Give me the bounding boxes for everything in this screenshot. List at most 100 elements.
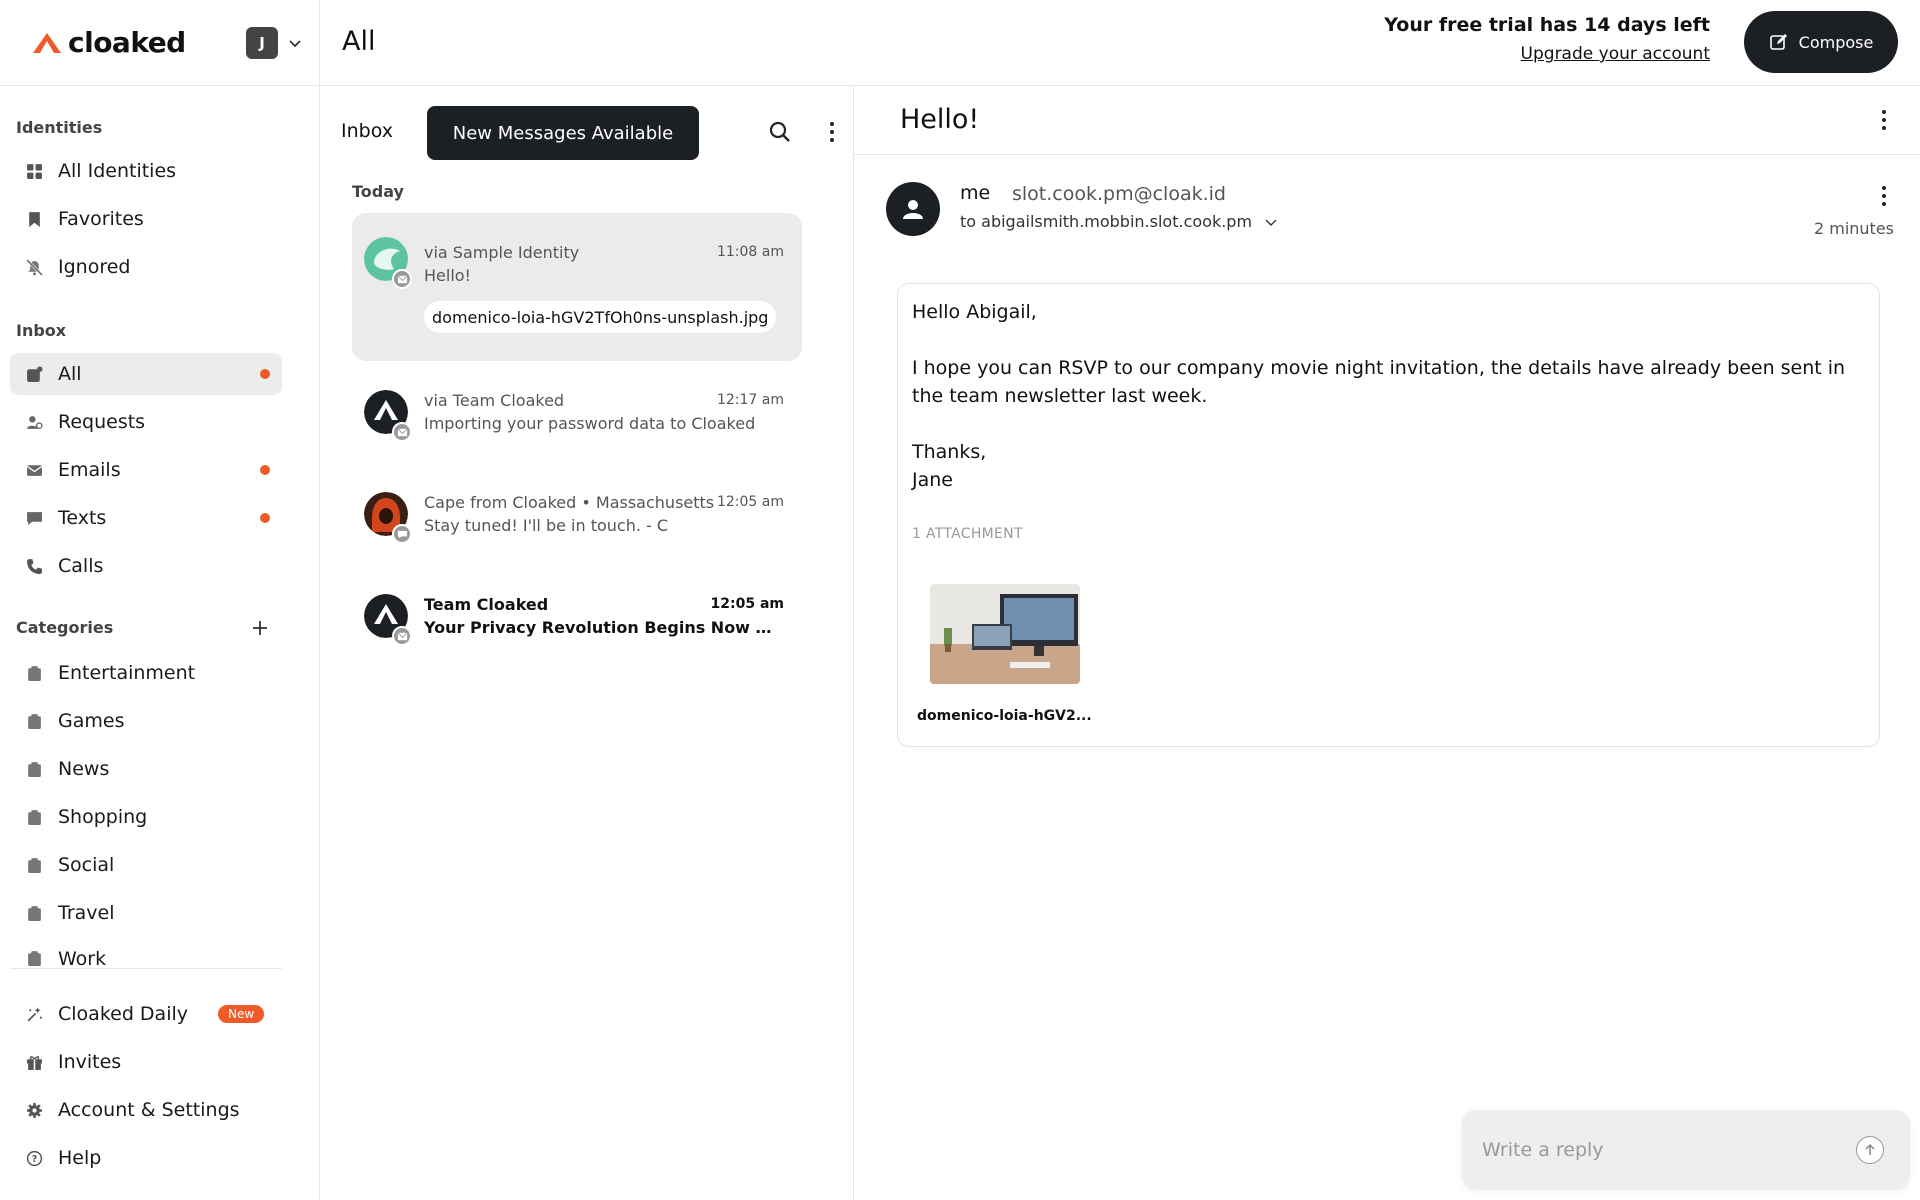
- message-list-panel: Inbox New Messages Available Today via S…: [320, 86, 854, 1200]
- list-inbox-label: Inbox: [341, 120, 393, 142]
- new-messages-button[interactable]: New Messages Available: [427, 106, 699, 160]
- upgrade-account-link[interactable]: Upgrade your account: [1521, 44, 1710, 64]
- thread-more-icon[interactable]: [1872, 108, 1896, 132]
- sender-avatar: [886, 182, 940, 236]
- sidebar-item-help[interactable]: ? Help: [10, 1137, 282, 1179]
- sidebar-item-label: Work: [58, 948, 107, 968]
- unread-dot: [260, 465, 270, 475]
- message-sender: via Team Cloaked: [424, 391, 565, 410]
- chevron-down-icon[interactable]: [1264, 215, 1278, 229]
- sparkle-icon: [24, 1004, 44, 1024]
- sender-email: slot.cook.pm@cloak.id: [1012, 183, 1226, 205]
- unread-dot: [260, 369, 270, 379]
- sidebar-item-label: Games: [58, 710, 125, 732]
- sidebar-item-calls[interactable]: Calls: [10, 545, 282, 587]
- compose-icon: [1769, 34, 1787, 50]
- message-list-item[interactable]: via Sample Identity 11:08 am Hello! dome…: [352, 213, 802, 361]
- sidebar-item-label: Emails: [58, 459, 121, 481]
- sidebar: cloaked J Identities All Identities Favo…: [0, 0, 320, 1200]
- message-preview: Importing your password data to Cloaked: [424, 414, 756, 433]
- add-category-icon[interactable]: [250, 618, 270, 638]
- chat-icon: [24, 508, 44, 528]
- message-list-item[interactable]: via Team Cloaked 12:17 am Importing your…: [352, 376, 802, 462]
- gear-icon: [24, 1100, 44, 1120]
- sidebar-item-account-settings[interactable]: Account & Settings: [10, 1089, 282, 1131]
- message-time: 11:08 am: [716, 244, 784, 260]
- message-time: 12:17 am: [716, 392, 784, 408]
- sidebar-divider: [10, 968, 282, 969]
- phone-icon: [24, 556, 44, 576]
- compose-label: Compose: [1798, 32, 1874, 52]
- sidebar-item-all[interactable]: All: [10, 353, 282, 395]
- sidebar-item-label: Invites: [58, 1051, 122, 1073]
- sidebar-item-label: All: [58, 363, 82, 385]
- bell-off-icon: [24, 257, 44, 277]
- message-more-icon[interactable]: [1872, 184, 1896, 208]
- sidebar-item-travel[interactable]: Travel: [10, 892, 282, 934]
- date-group-label: Today: [352, 182, 404, 201]
- sidebar-item-label: Social: [58, 854, 115, 876]
- sidebar-item-news[interactable]: News: [10, 748, 282, 790]
- sidebar-item-emails[interactable]: Emails: [10, 449, 282, 491]
- message-list-item[interactable]: Cape from Cloaked • Massachusetts 12:05 …: [352, 478, 802, 564]
- account-switcher[interactable]: J: [246, 27, 302, 59]
- message-body: Hello Abigail, I hope you can RSVP to ou…: [912, 298, 1862, 494]
- sidebar-item-ignored[interactable]: Ignored: [10, 246, 282, 288]
- message-preview: Hello!: [424, 266, 471, 285]
- message-subject: Hello!: [900, 104, 980, 135]
- message-sender: Team Cloaked: [424, 595, 549, 614]
- sidebar-item-label: Cloaked Daily: [58, 1003, 189, 1025]
- sidebar-item-label: Requests: [58, 411, 146, 433]
- sidebar-item-invites[interactable]: Invites: [10, 1041, 282, 1083]
- message-preview: Stay tuned! I'll be in touch. - C: [424, 516, 669, 535]
- sidebar-item-label: Travel: [58, 902, 115, 924]
- cloaked-logo-icon: [33, 32, 61, 53]
- sidebar-item-label: News: [58, 758, 110, 780]
- message-sender: via Sample Identity: [424, 243, 580, 262]
- sidebar-item-cloaked-daily[interactable]: Cloaked Daily New: [10, 993, 282, 1035]
- gift-icon: [24, 1052, 44, 1072]
- body-signature: Jane: [912, 469, 953, 491]
- unread-dot: [260, 513, 270, 523]
- folder-icon: [24, 759, 44, 779]
- trial-notice: Your free trial has 14 days left Upgrade…: [1384, 14, 1710, 64]
- body-greeting: Hello Abigail,: [912, 301, 1037, 323]
- recipient-address: to abigailsmith.mobbin.slot.cook.pm: [960, 212, 1253, 231]
- attachment-name[interactable]: domenico-loia-hGV2...: [917, 708, 1092, 724]
- sidebar-item-entertainment[interactable]: Entertainment: [10, 652, 282, 694]
- message-sender: Cape from Cloaked • Massachusetts: [424, 493, 715, 512]
- sidebar-item-label: Ignored: [58, 256, 131, 278]
- body-paragraph: I hope you can RSVP to our company movie…: [912, 357, 1846, 407]
- sidebar-item-shopping[interactable]: Shopping: [10, 796, 282, 838]
- folder-icon: [24, 855, 44, 875]
- message-reader-panel: Hello! me slot.cook.pm@cloak.id to abiga…: [854, 86, 1920, 1200]
- reply-input[interactable]: [1470, 1118, 1850, 1182]
- sidebar-item-social[interactable]: Social: [10, 844, 282, 886]
- attachment-thumbnail[interactable]: [930, 584, 1080, 684]
- message-time: 12:05 am: [716, 494, 784, 510]
- bookmark-icon: [24, 209, 44, 229]
- text-badge-icon: [392, 524, 412, 544]
- send-reply-button[interactable]: [1856, 1136, 1884, 1164]
- sidebar-item-all-identities[interactable]: All Identities: [10, 150, 282, 192]
- cloaked-logo[interactable]: cloaked: [32, 26, 186, 59]
- folder-icon: [24, 711, 44, 731]
- grid-icon: [24, 161, 44, 181]
- categories-section-label: Categories: [16, 618, 114, 637]
- recipient-line: to abigailsmith.mobbin.slot.cook.pm: [960, 212, 1278, 231]
- compose-button[interactable]: Compose: [1744, 11, 1898, 73]
- sidebar-item-games[interactable]: Games: [10, 700, 282, 742]
- sidebar-item-label: Entertainment: [58, 662, 196, 684]
- more-options-icon[interactable]: [820, 120, 844, 144]
- sidebar-item-requests[interactable]: Requests: [10, 401, 282, 443]
- message-list-item[interactable]: Team Cloaked 12:05 am Your Privacy Revol…: [352, 580, 802, 666]
- inbox-section-label: Inbox: [16, 321, 67, 340]
- inbox-icon: [24, 364, 44, 384]
- sidebar-item-texts[interactable]: Texts: [10, 497, 282, 539]
- search-icon[interactable]: [768, 120, 792, 144]
- sidebar-item-label: Texts: [58, 507, 107, 529]
- sidebar-item-favorites[interactable]: Favorites: [10, 198, 282, 240]
- sidebar-item-work[interactable]: Work: [10, 940, 282, 968]
- attachment-chip[interactable]: domenico-loia-hGV2TfOh0ns-unsplash.jpg: [424, 301, 777, 333]
- message-time-ago: 2 minutes: [1813, 219, 1894, 238]
